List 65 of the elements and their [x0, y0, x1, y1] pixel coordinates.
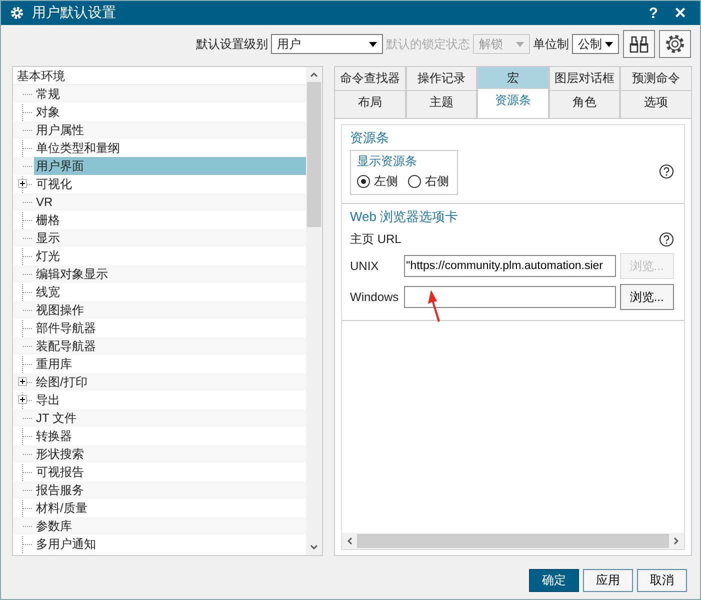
field-label: UNIX: [350, 259, 380, 273]
scroll-thumb[interactable]: [307, 82, 321, 227]
caret-icon: [369, 42, 377, 46]
caret-icon: [605, 42, 613, 46]
tree-item[interactable]: 可视化: [34, 175, 306, 193]
tab[interactable]: 布局: [334, 90, 406, 118]
tab[interactable]: 操作记录: [406, 66, 478, 90]
tab[interactable]: 角色: [548, 90, 620, 118]
units-dropdown[interactable]: 公制: [572, 34, 619, 54]
level-dropdown[interactable]: 用户: [271, 34, 383, 54]
tab[interactable]: 宏: [477, 66, 549, 90]
help-icon: [659, 232, 674, 247]
tab[interactable]: 命令查找器: [334, 66, 406, 90]
ok-button[interactable]: 确定: [529, 569, 579, 592]
expand-icon[interactable]: [18, 395, 27, 404]
caret-icon: [516, 42, 524, 46]
tree-item[interactable]: 单位类型和量纲: [34, 139, 306, 157]
section-title: Web 浏览器选项卡: [350, 208, 460, 226]
expand-icon[interactable]: [18, 377, 27, 386]
tab[interactable]: 图层对话框: [548, 66, 620, 90]
tree-item[interactable]: 材料/质量: [34, 499, 306, 517]
tab[interactable]: 预测命令: [620, 66, 692, 90]
url-field[interactable]: "https://community.plm.automation.sier: [404, 255, 616, 277]
field-label: 单位制: [533, 36, 569, 52]
group-title: 显示资源条: [357, 153, 418, 170]
tree-item[interactable]: 用户界面: [34, 157, 306, 175]
binoculars-icon: [629, 34, 649, 54]
tree-item[interactable]: 多用户通知: [34, 535, 306, 553]
scrollbar[interactable]: [342, 533, 684, 549]
lock-dropdown: 解锁: [473, 34, 530, 54]
close-button[interactable]: ✕: [669, 4, 692, 22]
tree-item[interactable]: 可视报告: [34, 463, 306, 481]
radio-button[interactable]: 右侧: [408, 173, 449, 190]
help-button[interactable]: ?: [644, 4, 663, 22]
settings-button[interactable]: [659, 30, 691, 58]
settings-icon: [664, 33, 686, 55]
tree-item[interactable]: 灯光: [34, 247, 306, 265]
field-label: 默认的锁定状态: [386, 36, 470, 52]
tree-item[interactable]: 重用库: [34, 355, 306, 373]
url-field[interactable]: [404, 286, 616, 308]
scroll-thumb[interactable]: [357, 534, 669, 548]
gear-icon: [10, 6, 24, 20]
tree-item[interactable]: 线宽: [34, 283, 306, 301]
tree-item[interactable]: 对象: [34, 103, 306, 121]
tree-item[interactable]: 转换器: [34, 427, 306, 445]
dialog-button[interactable]: 取消: [637, 569, 687, 592]
tree-item[interactable]: 栅格: [34, 211, 306, 229]
window-title: 用户默认设置: [32, 4, 116, 22]
tree-item[interactable]: 导出: [34, 391, 306, 409]
tab[interactable]: 主题: [406, 90, 478, 118]
dialog-button[interactable]: 应用: [583, 569, 633, 592]
tree-item[interactable]: 部件导航器: [34, 319, 306, 337]
help-icon: [659, 164, 674, 178]
section-title: 资源条: [350, 129, 390, 147]
binoculars-button[interactable]: [623, 30, 655, 58]
browse-button[interactable]: 浏览...: [620, 284, 674, 310]
field-label: 默认设置级别: [196, 36, 268, 52]
field-label: 主页 URL: [350, 231, 402, 248]
browse-button: 浏览...: [620, 253, 674, 279]
tab[interactable]: 选项: [620, 90, 692, 118]
scrollbar[interactable]: [306, 67, 322, 555]
expand-icon[interactable]: [18, 179, 27, 188]
field-label: Windows: [350, 290, 400, 304]
tab[interactable]: 资源条: [477, 88, 549, 118]
radio-button[interactable]: 左侧: [357, 173, 398, 190]
